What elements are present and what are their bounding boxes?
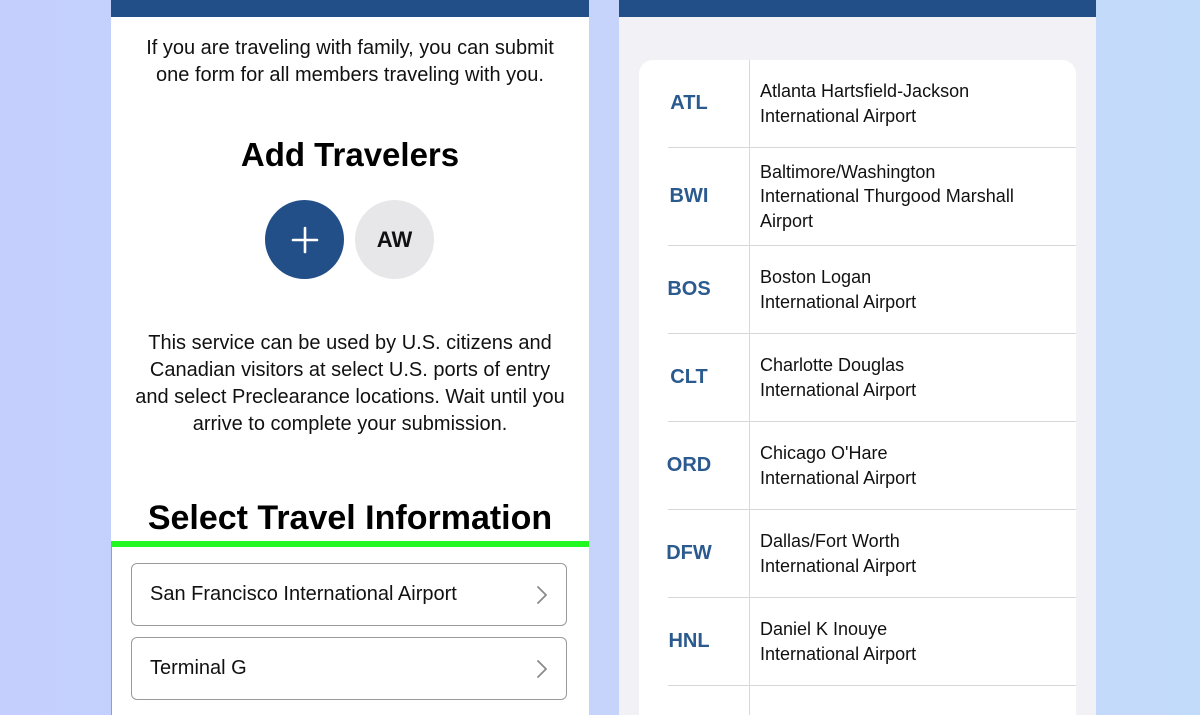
- airport-code: DFW: [666, 542, 712, 564]
- select-travel-info-title: Select Travel Information: [147, 499, 553, 537]
- airport-item-bwi[interactable]: BWI Baltimore/Washington International T…: [639, 148, 1076, 245]
- airport-item-bos[interactable]: BOS Boston Logan International Airport: [639, 246, 1076, 333]
- airport-name: Baltimore/Washington International Thurg…: [760, 161, 1014, 231]
- family-info-text: If you are traveling with family, you ca…: [146, 37, 554, 86]
- airport-name: Charlotte Douglas International Airport: [760, 355, 917, 400]
- header-bar: [111, 0, 589, 17]
- airport-list: ATL Atlanta Hartsfield-Jackson Internati…: [639, 60, 1076, 715]
- airport-select-value: San Francisco International Airport: [150, 583, 457, 605]
- airport-name: Dallas/Fort Worth International Airport: [760, 531, 917, 576]
- airport-item-hnl[interactable]: HNL Daniel K Inouye International Airpor…: [639, 598, 1076, 685]
- airport-code: ATL: [670, 92, 708, 114]
- chevron-right-icon: [537, 659, 547, 678]
- airport-name: Boston Logan International Airport: [760, 267, 917, 312]
- airport-item-ord[interactable]: ORD Chicago O'Hare International Airport: [639, 422, 1076, 509]
- airport-code: [639, 686, 749, 715]
- airport-code: CLT: [670, 366, 708, 388]
- add-travelers-title: Add Travelers: [240, 136, 460, 173]
- airport-name: [750, 686, 1076, 715]
- add-traveler-button[interactable]: [265, 200, 344, 279]
- airport-item-atl[interactable]: ATL Atlanta Hartsfield-Jackson Internati…: [639, 60, 1076, 147]
- airport-code: BWI: [669, 185, 709, 207]
- airport-code: ORD: [666, 454, 712, 476]
- airport-list-screen: ATL Atlanta Hartsfield-Jackson Internati…: [619, 0, 1096, 715]
- service-info-text: This service can be used by U.S. citizen…: [135, 332, 565, 435]
- plus-icon: [291, 226, 318, 253]
- airport-code: HNL: [668, 630, 710, 652]
- chevron-right-icon: [537, 585, 547, 604]
- airport-name: Daniel K Inouye International Airport: [760, 619, 917, 664]
- terminal-select-value: Terminal G: [150, 657, 247, 679]
- header-bar: [619, 0, 1096, 17]
- traveler-avatar-aw[interactable]: AW: [355, 200, 434, 279]
- airport-item-clt[interactable]: CLT Charlotte Douglas International Airp…: [639, 334, 1076, 421]
- airport-name: Atlanta Hartsfield-Jackson International…: [760, 81, 970, 126]
- airport-name: Chicago O'Hare International Airport: [760, 443, 917, 488]
- airport-select[interactable]: San Francisco International Airport: [131, 563, 567, 626]
- airport-item-dfw[interactable]: DFW Dallas/Fort Worth International Airp…: [639, 510, 1076, 597]
- traveler-initials: AW: [376, 226, 413, 252]
- terminal-select[interactable]: Terminal G: [131, 637, 567, 700]
- travelers-screen: If you are traveling with family, you ca…: [111, 0, 589, 715]
- airport-code: BOS: [667, 278, 711, 300]
- airport-item-partial[interactable]: [639, 686, 1076, 715]
